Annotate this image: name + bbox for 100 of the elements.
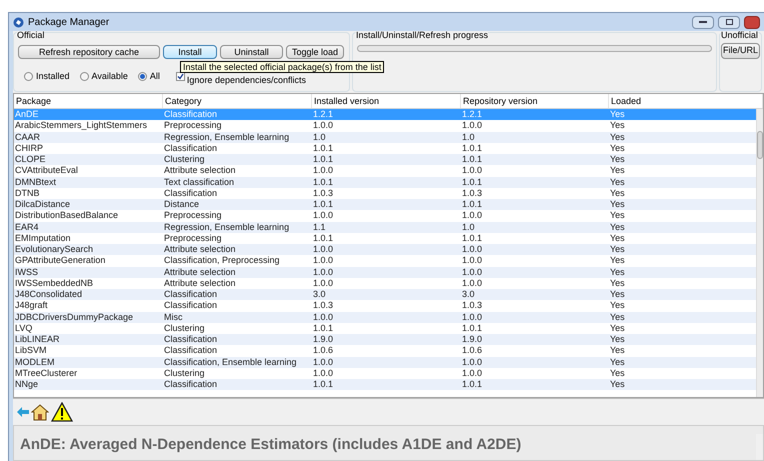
toolbar-button[interactable]: Toggle load xyxy=(286,45,344,59)
table-cell-text: Attribute selection xyxy=(163,165,237,176)
checkmark-icon xyxy=(176,72,184,80)
table-cell-text: IWSS xyxy=(14,266,40,278)
table-cell-text: Clustering xyxy=(163,322,206,334)
table-cell-text: CVAttributeEval xyxy=(14,165,79,176)
scrollbar[interactable] xyxy=(756,434,763,460)
table-cell-text: 1.0.1 xyxy=(312,232,334,244)
table-cell-text: 1.0.1 xyxy=(312,176,334,188)
toolbar-button[interactable]: Install xyxy=(163,45,217,59)
table-cell-text: 1.9.0 xyxy=(312,334,334,346)
table-row[interactable]: JDBCDriversDummyPackage Misc 1.0.0 1.0.0 Yes xyxy=(14,312,756,323)
table-cell-text: 1.0.0 xyxy=(312,312,334,323)
table-cell-text: 1.0.0 xyxy=(461,165,484,176)
table-cell-text: 1.0.1 xyxy=(461,322,484,334)
table-cell-text: EAR4 xyxy=(14,222,40,233)
table-cell-text: AnDE xyxy=(14,109,40,120)
group-label: Unofficial xyxy=(721,31,758,40)
table-cell-text: Yes xyxy=(609,255,626,266)
app-icon xyxy=(13,16,24,28)
table-cell-text: 1.0.1 xyxy=(461,199,484,210)
table-cell-text: Misc xyxy=(163,312,184,323)
table-cell-text: 3.0 xyxy=(312,289,327,300)
toolbar-button[interactable]: Uninstall xyxy=(220,45,283,59)
file-url-button[interactable]: File/URL xyxy=(721,43,760,59)
table-cell-text: EvolutionarySearch xyxy=(14,244,94,256)
close-button[interactable] xyxy=(744,16,760,28)
group-label: Install/Uninstall/Refresh progress xyxy=(356,31,488,40)
toolbar-button[interactable]: Refresh repository cache xyxy=(18,45,160,59)
table-cell-text: Classification xyxy=(163,142,218,154)
table-row[interactable]: LibLINEAR Classification 1.9.0 1.9.0 Yes xyxy=(14,334,756,346)
table-cell-text: 1.0.0 xyxy=(312,368,334,379)
column-header[interactable]: Installed version xyxy=(312,94,461,108)
column-header[interactable]: Loaded xyxy=(609,94,763,108)
radio-button[interactable] xyxy=(24,72,33,81)
minimize-button[interactable] xyxy=(692,16,714,28)
warning-icon[interactable] xyxy=(51,402,73,422)
table-row[interactable]: CLOPE Clustering 1.0.1 1.0.1 Yes xyxy=(14,154,756,166)
home-icon[interactable] xyxy=(31,403,49,421)
table-cell-text: 1.0.0 xyxy=(312,244,334,256)
table-cell-text: DMNBtext xyxy=(14,176,58,188)
table-cell-text: CLOPE xyxy=(14,154,47,166)
table-cell-text: Classification xyxy=(163,188,218,199)
table-row[interactable]: CAAR Regression, Ensemble learning 1.0 1.0 Yes xyxy=(14,132,756,143)
table-cell-text: 1.0.1 xyxy=(312,199,334,210)
table-cell-text: 1.0.0 xyxy=(461,120,484,132)
table-cell-text: Yes xyxy=(609,368,626,379)
table-row[interactable]: IWSS Attribute selection 1.0.0 1.0.0 Yes xyxy=(14,266,756,278)
table-cell-text: Classification xyxy=(163,289,218,300)
table-cell-text: Attribute selection xyxy=(163,278,237,289)
table-cell-text: J48graft xyxy=(14,300,49,312)
table-cell-text: DilcaDistance xyxy=(14,199,72,210)
table-cell-text: JDBCDriversDummyPackage xyxy=(14,312,134,323)
table-cell-text: Yes xyxy=(609,199,626,210)
table-cell-text: 1.0.6 xyxy=(461,345,484,356)
table-cell-text: LVQ xyxy=(14,322,34,334)
column-header[interactable]: Category xyxy=(163,94,312,108)
table-cell-text: Yes xyxy=(609,312,626,323)
table-row[interactable]: EvolutionarySearch Attribute selection 1.0.0 1.0.0 Yes xyxy=(14,244,756,256)
table-cell-text: Distance xyxy=(163,199,200,210)
table-cell-text: Yes xyxy=(609,132,626,143)
table-cell-text: 1.0.3 xyxy=(461,188,484,199)
scrollbar[interactable] xyxy=(756,109,763,397)
column-header[interactable]: Repository version xyxy=(461,94,609,108)
radio-button[interactable] xyxy=(138,72,147,81)
table-cell-text: Yes xyxy=(609,356,626,368)
checkbox[interactable] xyxy=(176,72,185,81)
tooltip: Install the selected official package(s) from the list xyxy=(180,61,384,73)
column-header[interactable]: Package xyxy=(14,94,163,108)
table-cell-text: Yes xyxy=(609,120,626,132)
table-cell-text: Regression, Ensemble learning xyxy=(163,222,290,233)
table-cell-text: Yes xyxy=(609,244,626,256)
table-cell-text: CHIRP xyxy=(14,142,44,154)
table-cell-text: LibLINEAR xyxy=(14,334,61,346)
table-cell-text: Classification xyxy=(163,300,218,312)
table-cell-text: Clustering xyxy=(163,368,206,379)
table-row[interactable]: J48Consolidated Classification 3.0 3.0 Yes xyxy=(14,289,756,300)
table-cell-text: 1.0.6 xyxy=(312,345,334,356)
table-cell-text: ArabicStemmers_LightStemmers xyxy=(14,120,148,132)
table-cell-text: Clustering xyxy=(163,154,206,166)
table-cell-text: 1.0 xyxy=(461,132,476,143)
table-cell-text: 1.0.0 xyxy=(312,165,334,176)
radio-label: All xyxy=(150,70,160,82)
table-cell-text: 1.0.1 xyxy=(461,154,484,166)
table-row[interactable]: NNge Classification 1.0.1 1.0.1 Yes xyxy=(14,379,756,390)
table-cell-text: Preprocessing xyxy=(163,210,223,222)
maximize-button[interactable] xyxy=(718,16,740,28)
table-cell-text: CAAR xyxy=(14,132,42,143)
table-row[interactable]: DilcaDistance Distance 1.0.1 1.0.1 Yes xyxy=(14,199,756,210)
table-cell-text: 1.0.0 xyxy=(461,210,484,222)
table-cell-text: 1.0.1 xyxy=(461,142,484,154)
table-cell-text: J48Consolidated xyxy=(14,289,84,300)
back-arrow-icon[interactable] xyxy=(17,407,29,417)
table-cell-text: Classification xyxy=(163,109,218,120)
table-row[interactable]: DMNBtext Text classification 1.0.1 1.0.1 Yes xyxy=(14,176,756,188)
table-cell-text: 1.0.1 xyxy=(312,379,334,390)
radio-button[interactable] xyxy=(80,72,89,81)
table-cell-text: LibSVM xyxy=(14,345,48,356)
table-row[interactable]: EAR4 Regression, Ensemble learning 1.1 1.0 Yes xyxy=(14,222,756,233)
table-row[interactable]: MODLEM Classification, Ensemble learning 1.0.0 1.0.0 Yes xyxy=(14,356,756,368)
